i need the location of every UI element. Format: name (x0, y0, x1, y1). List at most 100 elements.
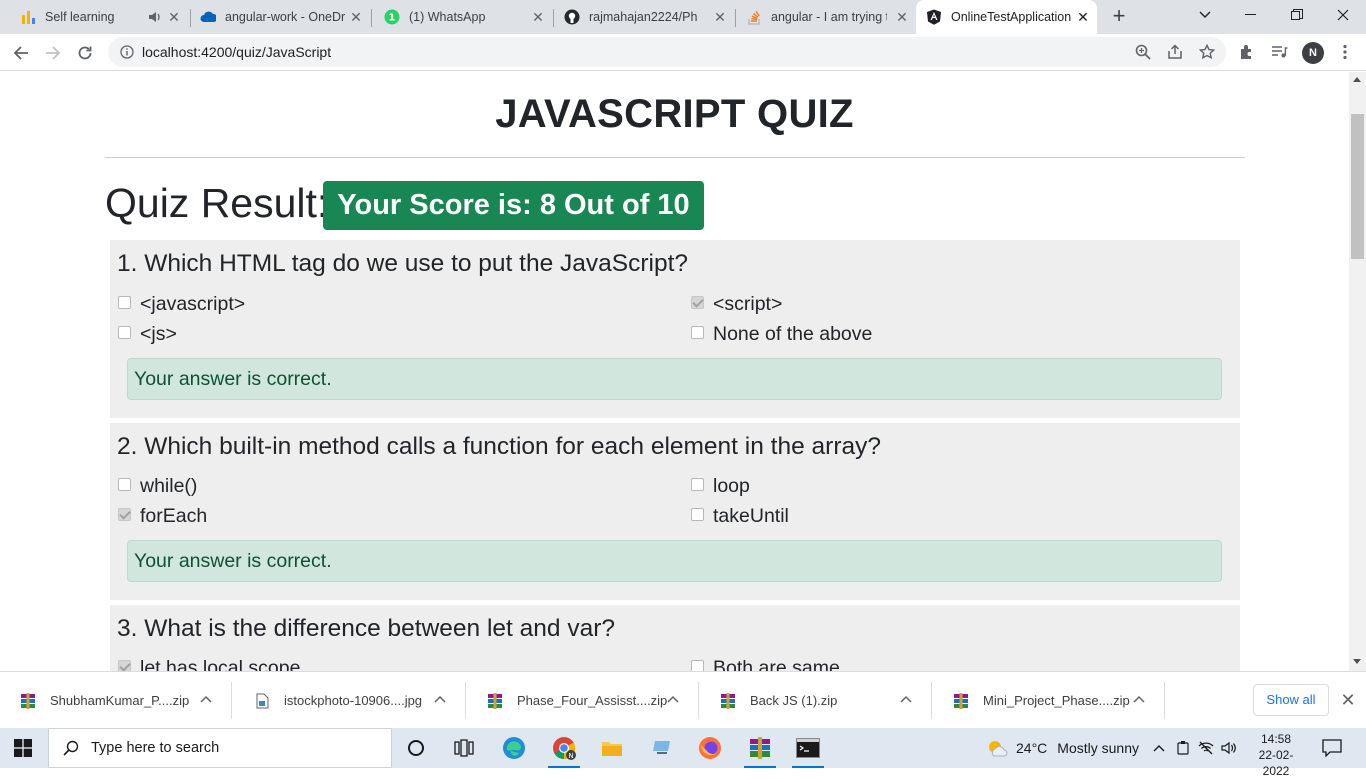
option-label: loop (713, 475, 750, 497)
close-download-shelf-icon[interactable]: ✕ (1340, 691, 1356, 709)
reload-icon (78, 46, 92, 60)
tab-online-test-application[interactable]: OnlineTestApplication ✕ (916, 0, 1097, 34)
edge-browser-icon[interactable] (490, 728, 538, 768)
option-script-tag[interactable]: <script> (691, 293, 782, 316)
firefox-icon[interactable] (686, 728, 734, 768)
tab-title: angular - I am trying t (771, 10, 887, 24)
download-item[interactable]: Phase_Four_Assisst....zip (467, 672, 699, 729)
tab-stackoverflow[interactable]: angular - I am trying t ✕ (736, 0, 916, 34)
chevron-up-icon[interactable] (900, 694, 912, 706)
tab-self-learning[interactable]: Self learning ✕ (8, 0, 188, 34)
tab-onedrive[interactable]: angular-work - OneDr ✕ (190, 0, 370, 34)
download-item[interactable]: Back JS (1).zip (700, 672, 932, 729)
onedrive-tray-icon[interactable] (1175, 740, 1191, 756)
close-tab-icon[interactable]: ✕ (166, 9, 182, 25)
partly-sunny-icon (986, 738, 1008, 758)
notification-center-icon[interactable] (1322, 739, 1342, 758)
taskbar-search-box[interactable]: Type here to search (48, 728, 392, 768)
windows-start-icon[interactable] (14, 739, 32, 757)
option-checkbox[interactable] (118, 296, 131, 309)
chevron-up-icon[interactable] (1133, 694, 1145, 706)
share-icon[interactable] (1167, 44, 1183, 60)
option-while[interactable]: while() (118, 475, 197, 498)
option-checkbox[interactable] (118, 478, 131, 491)
option-checkbox[interactable] (118, 660, 131, 671)
chevron-up-icon[interactable] (200, 694, 212, 706)
option-loop[interactable]: loop (691, 475, 750, 498)
audio-playing-icon[interactable] (148, 10, 162, 27)
chrome-browser-icon[interactable]: N (540, 728, 588, 768)
url-text: localhost:4200/quiz/JavaScript (142, 44, 332, 60)
windows-taskbar: Type here to search N 24°C Mostly sunny (0, 728, 1366, 778)
browser-menu-icon[interactable] (1336, 43, 1354, 61)
reload-button[interactable] (72, 40, 98, 66)
option-checkbox[interactable] (118, 508, 131, 521)
option-checkbox[interactable] (691, 660, 704, 671)
option-checkbox[interactable] (691, 296, 704, 309)
option-takeuntil[interactable]: takeUntil (691, 505, 789, 528)
weather-widget[interactable]: 24°C Mostly sunny (986, 728, 1139, 768)
minimize-window-icon[interactable] (1228, 0, 1274, 30)
search-icon (63, 740, 79, 756)
restore-window-icon[interactable] (1274, 0, 1320, 30)
show-all-downloads-button[interactable]: Show all (1253, 684, 1329, 716)
winrar-app-icon[interactable] (736, 728, 784, 768)
clock-date: 22-02-2022 (1258, 748, 1294, 778)
network-offline-icon[interactable] (1198, 740, 1214, 756)
tab-github[interactable]: rajmahajan2224/Phase ✕ (554, 0, 734, 34)
onedrive-icon (200, 9, 216, 25)
quiz-page: JAVASCRIPT QUIZ Quiz Result: Your Score … (0, 72, 1349, 671)
forward-button[interactable] (40, 40, 66, 66)
close-tab-icon[interactable]: ✕ (894, 9, 910, 25)
download-item[interactable]: ShubhamKumar_P....zip (0, 672, 232, 729)
download-item[interactable]: Mini_Project_Phase....zip (933, 672, 1165, 729)
tab-search-icon[interactable] (1182, 0, 1228, 30)
option-checkbox[interactable] (691, 508, 704, 521)
winrar-icon (20, 692, 36, 709)
bookmark-star-icon[interactable] (1198, 43, 1216, 60)
chevron-up-icon[interactable] (434, 694, 446, 706)
show-hidden-icons-chevron-icon[interactable] (1151, 740, 1167, 756)
system-clock[interactable]: 14:58 22-02-2022 (1248, 731, 1304, 779)
close-tab-icon[interactable]: ✕ (530, 9, 546, 25)
option-js-tag[interactable]: <js> (118, 323, 177, 346)
option-javascript-tag[interactable]: <javascript> (118, 293, 245, 316)
tab-title: Self learning (45, 10, 115, 24)
scroll-down-arrow-icon[interactable] (1353, 659, 1361, 664)
extensions-icon[interactable] (1238, 43, 1256, 61)
option-let-local-scope[interactable]: let has local scope (118, 657, 300, 671)
chevron-up-icon[interactable] (667, 694, 679, 706)
close-window-icon[interactable] (1320, 0, 1366, 30)
media-control-icon[interactable] (1270, 43, 1288, 61)
question-card-3: 3. What is the difference between let an… (110, 605, 1240, 671)
option-both-same[interactable]: Both are same (691, 657, 840, 671)
profile-avatar[interactable]: N (1302, 42, 1324, 64)
close-tab-icon[interactable]: ✕ (348, 9, 364, 25)
new-tab-button[interactable]: + (1107, 5, 1131, 29)
site-info-icon[interactable] (120, 45, 134, 59)
back-button[interactable] (8, 40, 34, 66)
volume-icon[interactable] (1221, 740, 1237, 756)
option-foreach[interactable]: forEach (118, 505, 207, 528)
option-checkbox[interactable] (118, 326, 131, 339)
file-explorer-icon[interactable] (588, 728, 636, 768)
cortana-icon[interactable] (392, 728, 440, 768)
option-none-of-the-above[interactable]: None of the above (691, 323, 872, 346)
zoom-icon[interactable] (1135, 44, 1151, 60)
close-tab-icon[interactable]: ✕ (712, 9, 728, 25)
page-scrollbar[interactable] (1349, 72, 1366, 671)
command-prompt-icon[interactable] (784, 728, 832, 768)
answer-feedback-alert: Your answer is correct. (127, 358, 1222, 400)
scrollbar-thumb[interactable] (1351, 114, 1364, 259)
option-checkbox[interactable] (691, 478, 704, 491)
this-pc-icon[interactable] (638, 728, 686, 768)
tab-whatsapp[interactable]: 1 (1) WhatsApp ✕ (372, 0, 552, 34)
question-text: 2. Which built-in method calls a functio… (117, 433, 881, 460)
scroll-up-arrow-icon[interactable] (1353, 77, 1361, 82)
download-item[interactable]: istockphoto-10906....jpg (234, 672, 466, 729)
close-tab-icon[interactable]: ✕ (1075, 9, 1091, 25)
option-checkbox[interactable] (691, 326, 704, 339)
address-bar[interactable]: localhost:4200/quiz/JavaScript (108, 37, 1226, 67)
task-view-icon[interactable] (440, 728, 488, 768)
weather-condition: Mostly sunny (1057, 740, 1139, 756)
